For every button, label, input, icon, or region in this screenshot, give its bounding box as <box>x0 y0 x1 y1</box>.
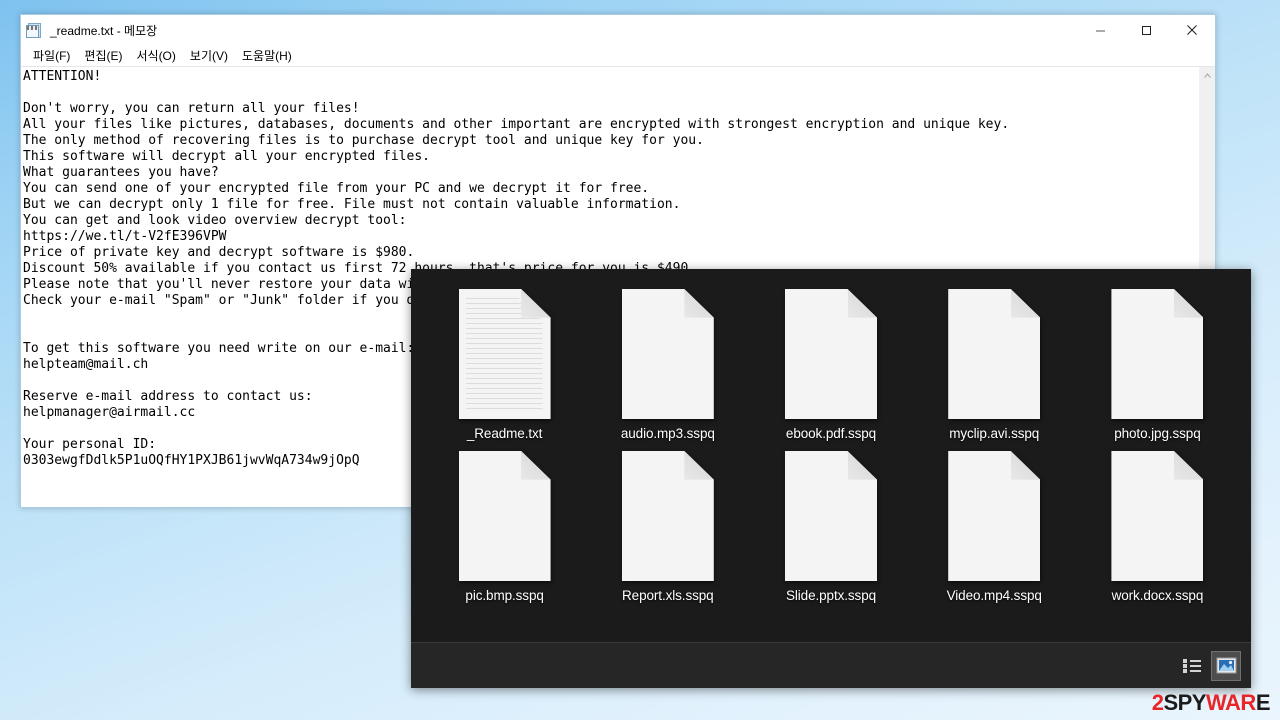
file-label: photo.jpg.sspq <box>1114 426 1201 441</box>
watermark-part-war: WAR <box>1205 690 1256 715</box>
menu-item-format[interactable]: 서식(O) <box>129 45 182 67</box>
file-item-pic[interactable]: pic.bmp.sspq <box>423 447 586 603</box>
maximize-button[interactable] <box>1123 15 1169 45</box>
blank-file-icon <box>621 289 714 419</box>
text-file-icon <box>458 289 551 419</box>
explorer-statusbar <box>411 642 1251 688</box>
menu-item-view[interactable]: 보기(V) <box>183 45 235 67</box>
file-item-myclip[interactable]: myclip.avi.sspq <box>913 285 1076 441</box>
minimize-icon <box>1095 30 1105 31</box>
file-item-ebook[interactable]: ebook.pdf.sspq <box>749 285 912 441</box>
file-explorer-window: _Readme.txt audio.mp3.sspq ebook.pdf.ssp… <box>411 269 1251 688</box>
file-item-video[interactable]: Video.mp4.sspq <box>913 447 1076 603</box>
minimize-button[interactable] <box>1077 15 1123 45</box>
notepad-titlebar[interactable]: _readme.txt - 메모장 <box>21 15 1215 45</box>
file-item-work[interactable]: work.docx.sspq <box>1076 447 1239 603</box>
chevron-up-icon <box>1203 73 1211 78</box>
desktop-background: _readme.txt - 메모장 파일(F) 편집(E) 서식(O) 보기(V… <box>0 0 1280 720</box>
watermark-logo: 2 SPY WAR E <box>1151 690 1271 715</box>
file-label: work.docx.sspq <box>1111 588 1204 603</box>
large-icons-view-button[interactable] <box>1211 650 1241 681</box>
large-icons-view-icon <box>1216 657 1236 674</box>
window-title: _readme.txt - 메모장 <box>50 23 158 38</box>
menu-item-help[interactable]: 도움말(H) <box>235 45 299 67</box>
file-row: pic.bmp.sspq Report.xls.sspq Slide.pptx.… <box>423 447 1239 603</box>
file-label: pic.bmp.sspq <box>465 588 544 603</box>
blank-file-icon <box>785 451 877 581</box>
menu-item-file[interactable]: 파일(F) <box>26 45 77 67</box>
watermark-part-e: E <box>1255 690 1271 715</box>
file-item-audio[interactable]: audio.mp3.sspq <box>586 285 749 441</box>
blank-file-icon <box>785 289 877 419</box>
details-view-icon <box>1183 658 1201 673</box>
file-label: _Readme.txt <box>466 426 543 441</box>
blank-file-icon <box>458 451 551 581</box>
blank-file-icon <box>948 451 1041 581</box>
blank-file-icon <box>1111 289 1204 419</box>
close-icon <box>1187 25 1197 35</box>
notepad-icon <box>26 21 44 39</box>
watermark-part-2: 2 <box>1151 690 1164 715</box>
file-label: Report.xls.sspq <box>622 588 714 603</box>
file-grid: _Readme.txt audio.mp3.sspq ebook.pdf.ssp… <box>411 269 1251 642</box>
file-row: _Readme.txt audio.mp3.sspq ebook.pdf.ssp… <box>423 285 1239 441</box>
file-label: Video.mp4.sspq <box>946 588 1042 603</box>
blank-file-icon <box>1111 451 1204 581</box>
details-view-button[interactable] <box>1177 651 1207 681</box>
file-label: myclip.avi.sspq <box>949 426 1040 441</box>
notepad-menubar: 파일(F) 편집(E) 서식(O) 보기(V) 도움말(H) <box>21 45 1215 66</box>
maximize-icon <box>1141 25 1151 35</box>
file-label: ebook.pdf.sspq <box>785 426 877 441</box>
menu-item-edit[interactable]: 편집(E) <box>77 45 129 67</box>
file-item-readme[interactable]: _Readme.txt <box>423 285 586 441</box>
file-label: audio.mp3.sspq <box>620 426 715 441</box>
file-item-photo[interactable]: photo.jpg.sspq <box>1076 285 1239 441</box>
file-label: Slide.pptx.sspq <box>785 588 877 603</box>
window-controls <box>1077 15 1215 45</box>
blank-file-icon <box>948 289 1041 419</box>
close-button[interactable] <box>1169 15 1215 45</box>
scroll-up-button[interactable] <box>1199 67 1215 84</box>
watermark-part-spy: SPY <box>1163 690 1206 715</box>
file-item-report[interactable]: Report.xls.sspq <box>586 447 749 603</box>
blank-file-icon <box>621 451 714 581</box>
file-item-slide[interactable]: Slide.pptx.sspq <box>749 447 912 603</box>
